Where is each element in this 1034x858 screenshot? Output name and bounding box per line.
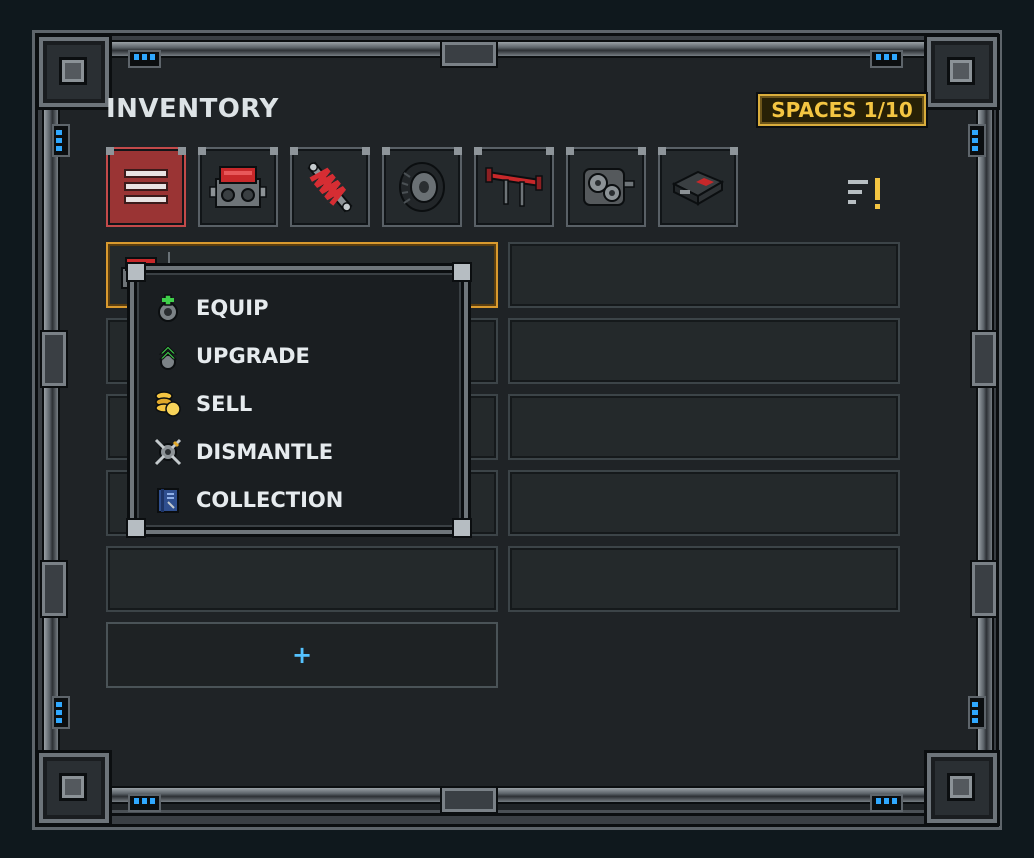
menu-item-label: UPGRADE (196, 344, 310, 368)
gearbox-icon (583, 168, 635, 206)
frame-corner-bottom-right (924, 750, 1000, 826)
frame-corner-bottom-left (36, 750, 112, 826)
frame-rail-left (42, 80, 60, 778)
menu-item-dismantle[interactable]: DISMANTLE (154, 434, 333, 470)
frame-rail-bottom (80, 786, 954, 804)
add-slot-button[interactable]: + (106, 622, 498, 688)
inventory-slot-4[interactable] (508, 318, 900, 384)
frame-clip-left-lower (40, 560, 68, 618)
menu-item-label: COLLECTION (196, 488, 344, 512)
category-tabs (106, 147, 738, 227)
frame-clip-right-lower (970, 560, 998, 618)
frame-lights-right-upper (968, 124, 986, 157)
frame-corner-top-right (924, 34, 1000, 110)
frame-rail-top (80, 40, 954, 58)
menu-corner (452, 262, 472, 282)
inventory-slot-8[interactable] (508, 470, 900, 536)
spoiler-icon (485, 167, 543, 207)
frame-clip-left-upper (40, 330, 68, 388)
inventory-slot-6[interactable] (508, 394, 900, 460)
tire-icon (399, 162, 445, 212)
menu-corner (452, 518, 472, 538)
frame-clip-right-upper (970, 330, 998, 388)
engine-icon (209, 166, 267, 208)
frame-lights-bottom-right (870, 794, 903, 812)
shock-absorber-icon (307, 161, 353, 213)
menu-item-upgrade[interactable]: UPGRADE (154, 338, 310, 374)
tab-spoiler[interactable] (474, 147, 554, 227)
collection-icon (157, 488, 179, 513)
item-context-menu: EQUIP UPGRADE SELL DISMANTLE COLLECTION (126, 262, 472, 538)
frame-lights-left-upper (52, 124, 70, 157)
frame-lights-bottom-left (128, 794, 161, 812)
upgrade-icon (158, 345, 178, 370)
menu-item-sell[interactable]: SELL (154, 386, 252, 422)
plus-icon: + (291, 641, 313, 669)
inventory-slot-10[interactable] (508, 546, 900, 612)
frame-lights-top-left (128, 50, 161, 68)
inventory-slot-9[interactable] (106, 546, 498, 612)
spaces-counter-badge: SPACES 1/10 (756, 92, 928, 128)
inventory-slot-2[interactable] (508, 242, 900, 308)
menu-item-label: SELL (196, 392, 253, 416)
menu-item-collection[interactable]: COLLECTION (154, 482, 343, 518)
menu-item-label: DISMANTLE (196, 440, 334, 464)
coins-icon (155, 391, 181, 417)
ecu-icon (671, 170, 725, 206)
page-title: INVENTORY (106, 94, 279, 124)
tab-electronics[interactable] (658, 147, 738, 227)
frame-corner-top-left (36, 34, 112, 110)
tab-suspension[interactable] (290, 147, 370, 227)
menu-corner (126, 518, 146, 538)
frame-clip-top (440, 40, 498, 68)
dismantle-icon (154, 438, 182, 466)
sort-icon[interactable] (846, 176, 886, 210)
frame-lights-left-lower (52, 696, 70, 729)
equip-icon (158, 294, 178, 322)
menu-item-label: EQUIP (196, 296, 269, 320)
frame-lights-top-right (870, 50, 903, 68)
menu-corner (126, 262, 146, 282)
menu-item-equip[interactable]: EQUIP (154, 290, 268, 326)
tab-tires[interactable] (382, 147, 462, 227)
frame-clip-bottom (440, 786, 498, 814)
list-icon (124, 169, 168, 204)
tab-transmission[interactable] (566, 147, 646, 227)
frame-rail-right (976, 80, 994, 778)
tab-all[interactable] (106, 147, 186, 227)
tab-engine[interactable] (198, 147, 278, 227)
frame-lights-right-lower (968, 696, 986, 729)
